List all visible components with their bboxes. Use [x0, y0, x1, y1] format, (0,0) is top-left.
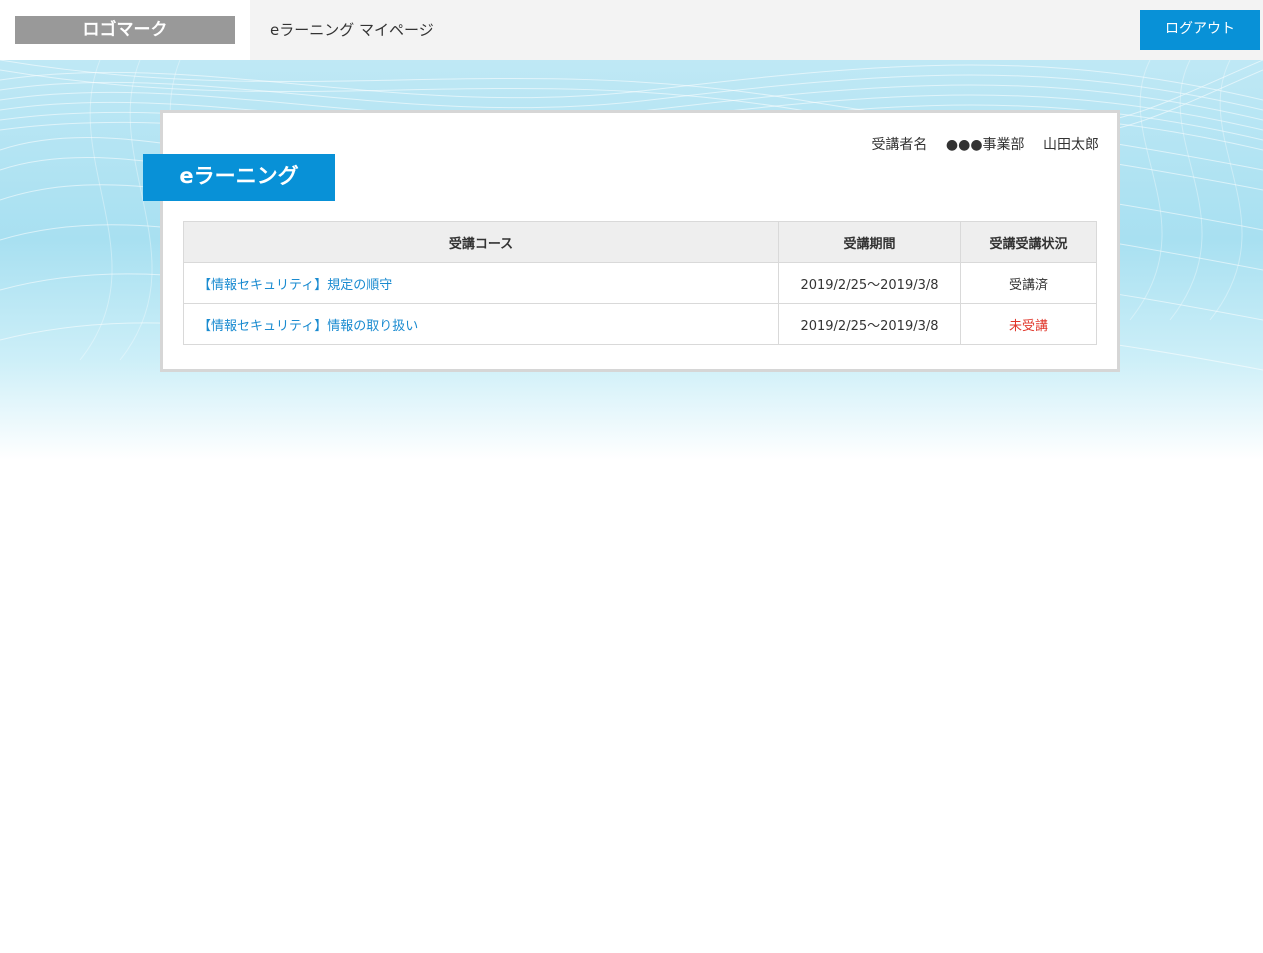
course-link[interactable]: 【情報セキュリティ】情報の取り扱い — [198, 319, 418, 334]
status-cell: 未受講 — [960, 303, 1097, 345]
logout-button[interactable]: ログアウト — [1140, 10, 1260, 50]
top-header: ロゴマーク eラーニング マイページ ログアウト — [0, 0, 1263, 60]
column-header-status: 受講受講状況 — [960, 221, 1097, 263]
site-title: eラーニング マイページ — [270, 21, 434, 39]
section-title: eラーニング — [143, 154, 335, 201]
period-cell: 2019/2/25〜2019/3/8 — [778, 262, 961, 304]
course-cell: 【情報セキュリティ】情報の取り扱い — [183, 303, 779, 345]
column-header-course: 受講コース — [183, 221, 779, 263]
user-label: 受講者名 — [871, 137, 928, 153]
user-info: 受講者名 ●●●事業部 山田太郎 — [871, 134, 1099, 154]
user-department: ●●●事業部 — [945, 137, 1025, 153]
period-cell: 2019/2/25〜2019/3/8 — [778, 303, 961, 345]
table-row: 【情報セキュリティ】情報の取り扱い 2019/2/25〜2019/3/8 未受講 — [183, 303, 1097, 345]
table-row: 【情報セキュリティ】規定の順守 2019/2/25〜2019/3/8 受講済 — [183, 262, 1097, 304]
course-cell: 【情報セキュリティ】規定の順守 — [183, 262, 779, 304]
logo-area: ロゴマーク — [0, 0, 250, 60]
course-table: 受講コース 受講期間 受講受講状況 【情報セキュリティ】規定の順守 2019/2… — [183, 221, 1097, 345]
logo[interactable]: ロゴマーク — [15, 16, 235, 44]
user-name: 山田太郎 — [1043, 137, 1099, 153]
status-cell: 受講済 — [960, 262, 1097, 304]
table-header-row: 受講コース 受講期間 受講受講状況 — [183, 221, 1097, 263]
column-header-period: 受講期間 — [778, 221, 961, 263]
course-link[interactable]: 【情報セキュリティ】規定の順守 — [198, 278, 392, 293]
